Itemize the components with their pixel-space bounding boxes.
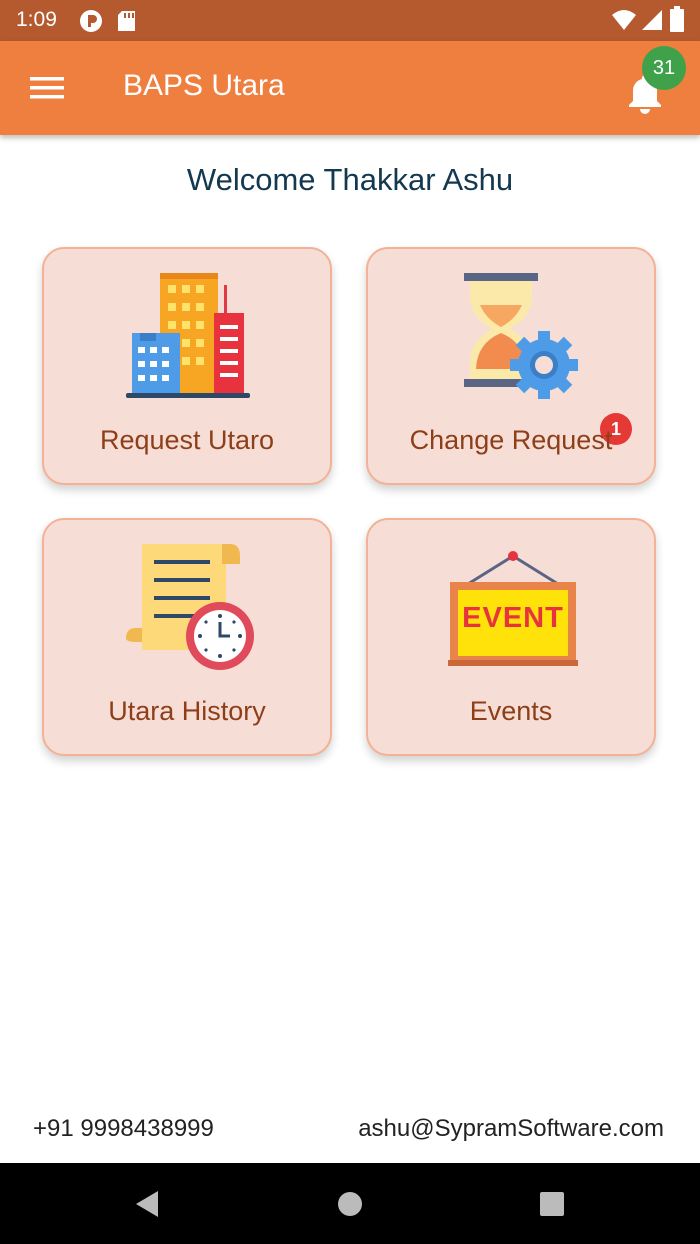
signal-icon (642, 10, 662, 30)
sd-card-icon (118, 11, 135, 31)
buildings-icon (126, 273, 250, 398)
wifi-icon (612, 10, 636, 30)
document-clock-icon (126, 544, 254, 670)
system-nav-bar (0, 1163, 700, 1244)
back-icon[interactable] (134, 1190, 160, 1218)
events-card[interactable]: EVENT Events (366, 518, 656, 756)
card-label: Events (469, 696, 553, 726)
app-bar: BAPS Utara (0, 41, 700, 135)
app-notification-icon (80, 10, 102, 32)
home-icon[interactable] (337, 1191, 363, 1217)
app-title: BAPS Utara (123, 69, 285, 102)
footer-email[interactable]: ashu@SypramSoftware.com (358, 1115, 664, 1143)
hourglass-gear-icon (464, 273, 578, 399)
event-sign-text: EVENT (462, 602, 564, 634)
footer-phone[interactable]: +91 9998438999 (33, 1115, 214, 1143)
welcome-text: Welcome Thakkar Ashu (186, 162, 514, 197)
battery-icon (670, 6, 684, 32)
utara-history-card[interactable]: Utara History (42, 518, 332, 756)
recents-icon[interactable] (539, 1191, 565, 1217)
card-label: Change Request (409, 425, 613, 455)
menu-icon[interactable] (30, 75, 64, 101)
card-label: Request Utaro (99, 425, 275, 455)
notification-count-badge[interactable]: 31 (642, 46, 686, 90)
request-utaro-card[interactable]: Request Utaro (42, 247, 332, 485)
status-time: 1:09 (16, 8, 57, 31)
status-bar: 1:09 (0, 0, 700, 41)
change-request-card[interactable]: 1 Change Request (366, 247, 656, 485)
card-label: Utara History (108, 696, 266, 726)
